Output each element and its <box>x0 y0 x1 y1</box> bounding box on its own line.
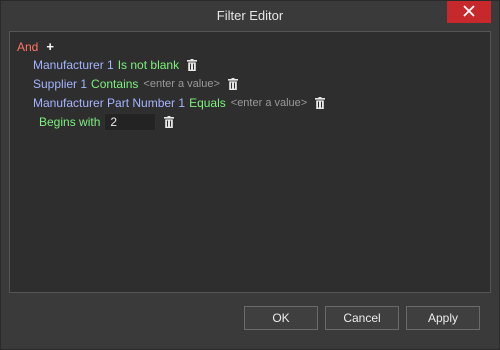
close-icon <box>463 4 475 20</box>
condition-row: Begins with 2 <box>39 112 175 132</box>
apply-button[interactable]: Apply <box>406 306 480 330</box>
condition-operator[interactable]: Is not blank <box>118 58 179 72</box>
value-placeholder[interactable]: <enter a value> <box>143 78 219 90</box>
ok-button[interactable]: OK <box>244 306 318 330</box>
condition-field[interactable]: Manufacturer Part Number 1 <box>33 96 185 110</box>
filter-editor-dialog: Filter Editor And + Manufacturer 1 Is no… <box>0 0 500 350</box>
cancel-button[interactable]: Cancel <box>325 306 399 330</box>
condition-row: Manufacturer 1 Is not blank <box>33 57 198 73</box>
root-operator[interactable]: And <box>17 40 38 54</box>
window-title: Filter Editor <box>216 8 284 23</box>
trash-icon[interactable] <box>164 116 175 128</box>
condition-operator[interactable]: Contains <box>91 77 138 91</box>
filter-tree[interactable]: And + Manufacturer 1 Is not blank Suppli… <box>9 31 491 293</box>
condition-row: Manufacturer Part Number 1 Equals <enter… <box>33 95 326 111</box>
title-bar: Filter Editor <box>1 1 499 31</box>
value-placeholder[interactable]: <enter a value> <box>231 97 307 109</box>
condition-field[interactable]: Manufacturer 1 <box>33 58 114 72</box>
root-row: And + <box>17 39 54 55</box>
condition-operator[interactable]: Begins with <box>39 115 100 129</box>
value-input[interactable]: 2 <box>104 113 157 131</box>
condition-field[interactable]: Supplier 1 <box>33 77 87 91</box>
close-button[interactable] <box>447 1 491 23</box>
plus-icon[interactable]: + <box>46 40 54 53</box>
trash-icon[interactable] <box>187 59 198 71</box>
trash-icon[interactable] <box>315 97 326 109</box>
condition-operator[interactable]: Equals <box>189 96 226 110</box>
trash-icon[interactable] <box>227 78 238 90</box>
condition-row: Supplier 1 Contains <enter a value> <box>33 76 238 92</box>
